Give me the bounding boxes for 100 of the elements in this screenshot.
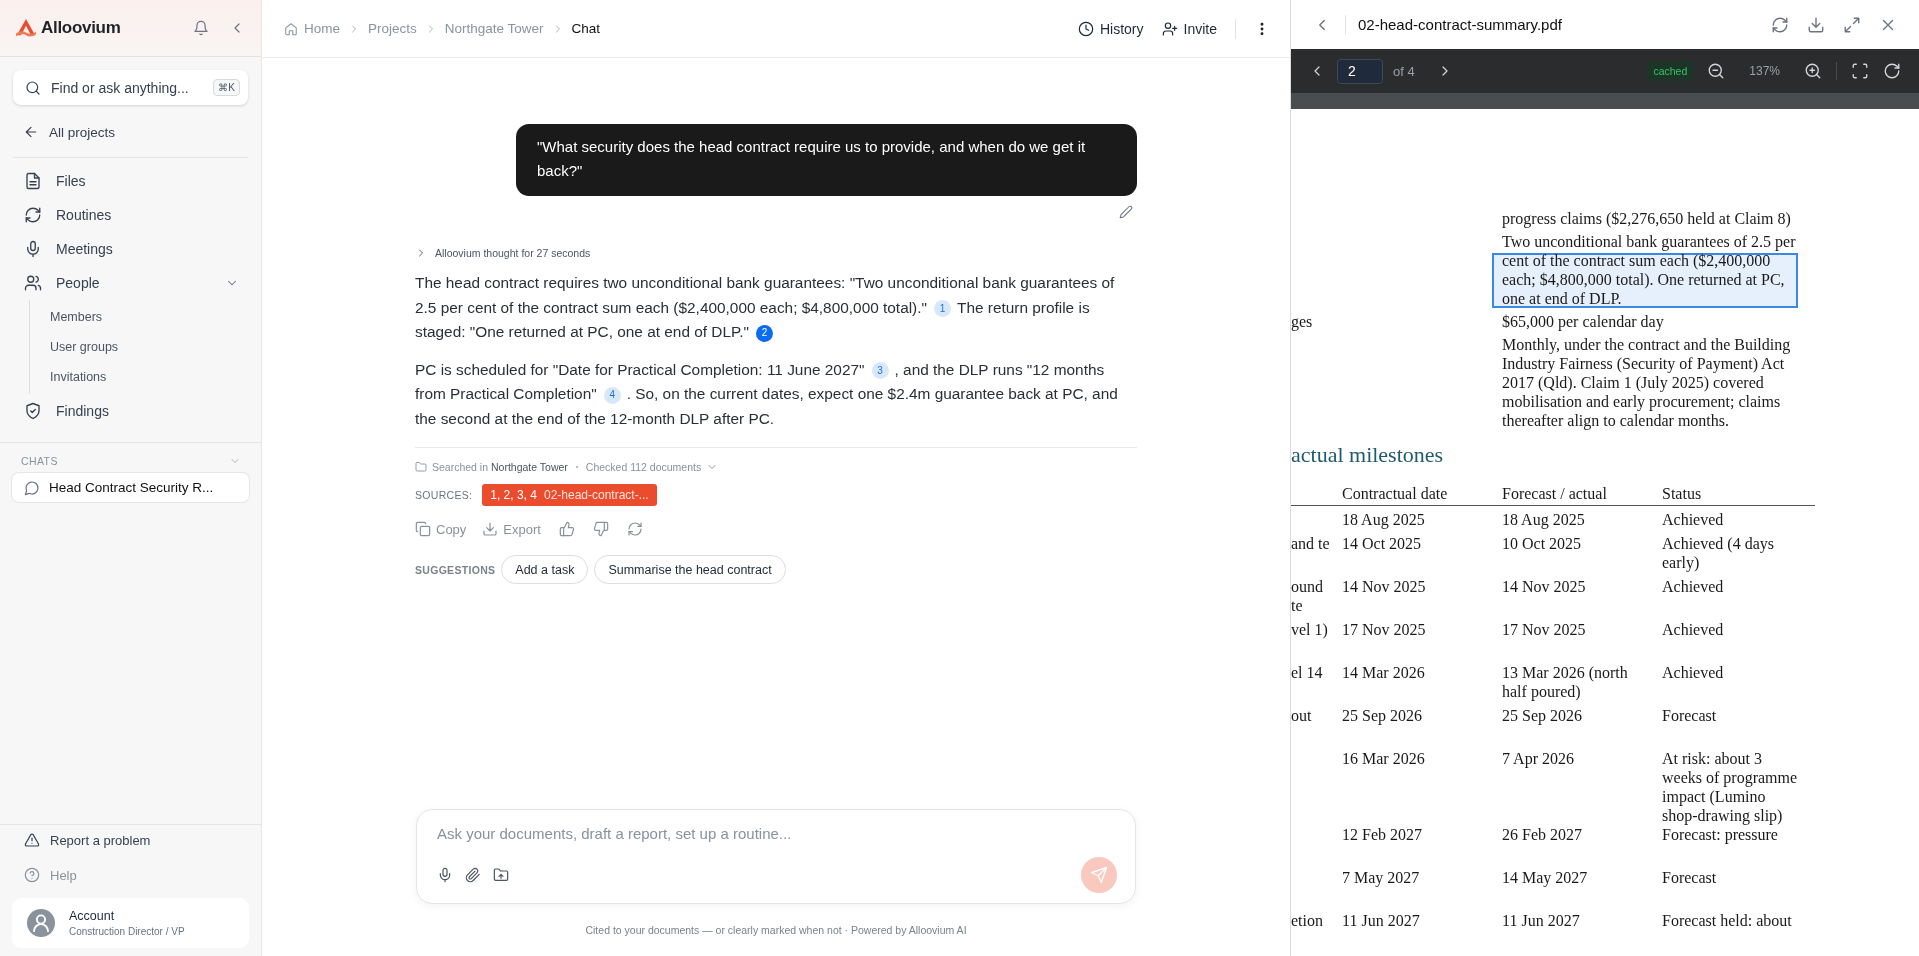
term-value: progress claims ($2,276,650 held at Claim 8) — [1502, 210, 1791, 227]
thumbs-down-icon[interactable] — [592, 521, 609, 537]
table-cell-text: Achieved — [1662, 620, 1725, 640]
add-user-icon — [1161, 20, 1178, 37]
paperclip-icon[interactable] — [465, 867, 481, 883]
zoom-level: 137% — [1749, 64, 1780, 78]
table-cell-text: 14 Nov 2025 — [1502, 577, 1587, 597]
table-cell-text: 11 Jun 2027 — [1342, 911, 1421, 931]
term-value: Monthly, under the contract and the Building Industry Fairness (Security of Payment) Act 2017 (Qld). Claim 1 (July 2025) covered mobilisation and early procurement; claims thereafter align to calendar months. — [1502, 336, 1791, 429]
citation-badge[interactable]: 3 — [871, 362, 889, 380]
section-heading: actual milestones — [1291, 442, 1445, 468]
help-icon — [24, 867, 40, 883]
toolbar-button[interactable]: History — [1077, 20, 1144, 37]
table-cell-text: Achieved — [1662, 577, 1725, 597]
refresh-icon[interactable] — [1771, 15, 1789, 34]
table-cell-text: 7 Apr 2026 — [1502, 749, 1575, 770]
page-number-field[interactable]: 2 — [1337, 58, 1383, 84]
table-cell-text: 14 Mar 2026 — [1342, 663, 1426, 683]
search-icon — [25, 79, 41, 96]
rotate-icon[interactable] — [1883, 62, 1901, 80]
footer-note: Cited to your documents — or clearly marked when not · Powered by Alloovium AI — [584, 924, 968, 936]
nav-item[interactable]: Meetings — [12, 232, 249, 266]
suggestion-button[interactable]: Summarise the head contract — [594, 555, 786, 584]
table-cell-text: 17 Nov 2025 — [1502, 620, 1587, 640]
table-cell-text: el 14 — [1291, 663, 1324, 683]
table-cell-text: 16 Mar 2026 — [1342, 749, 1426, 769]
nav-subitem[interactable]: Invitations — [30, 362, 249, 392]
table-cell-text: 7 May 2027 — [1342, 868, 1421, 889]
nav-item[interactable]: Routines — [12, 198, 249, 232]
download-icon[interactable] — [1807, 15, 1825, 34]
table-cell-text: out — [1291, 706, 1313, 726]
microphone-icon — [24, 240, 42, 258]
message-composer[interactable]: Ask your documents, draft a report, set up a routine... — [416, 809, 1136, 904]
microphone-icon[interactable] — [437, 867, 453, 883]
table-cell-text: vel 1) — [1291, 620, 1329, 641]
table-cell-text: 14 Nov 2025 — [1342, 577, 1427, 597]
table-cell-text: At risk: about 3 weeks of programme impact (Lumino shop-drawing slip) — [1662, 749, 1799, 825]
regenerate-icon[interactable] — [626, 521, 643, 537]
suggestions-label: SUGGESTIONS — [415, 563, 496, 576]
section-heading: CHATS — [21, 455, 59, 467]
citation-badge[interactable]: 4 — [603, 386, 621, 404]
term-value: Two unconditional bank guarantees of 2.5 per cent of the contract sum each ($2,400,000 each; $4,800,000 total). One returned at PC, one at end of DLP. — [1502, 233, 1796, 307]
fullscreen-icon[interactable] — [1851, 62, 1869, 80]
table-cell-text: Forecast — [1662, 868, 1718, 888]
folder-upload-icon[interactable] — [493, 867, 509, 883]
suggestion-button[interactable]: Add a task — [501, 555, 589, 584]
copy-icon — [415, 521, 431, 537]
nav-item[interactable]: Files — [12, 164, 249, 198]
people-icon — [24, 274, 42, 292]
column-header: Contractual date — [1342, 484, 1449, 503]
table-cell-text: 13 Mar 2026 (north half poured) — [1502, 663, 1629, 703]
chat-bubble-icon — [24, 479, 40, 496]
refresh-icon — [24, 206, 42, 224]
folder-icon — [415, 461, 427, 473]
citation-badge[interactable]: 1 — [934, 300, 951, 318]
table-cell-text: etion — [1291, 911, 1324, 931]
table-cell-text: Forecast: pressure — [1662, 825, 1779, 846]
account-role: Construction Director / VP — [69, 926, 185, 937]
nav-item[interactable]: Findings — [12, 394, 249, 428]
breadcrumb-link[interactable]: Chat — [571, 21, 601, 36]
table-cell-text: 25 Sep 2026 — [1502, 706, 1583, 727]
term-value: $65,000 per calendar day — [1502, 313, 1664, 330]
table-cell-text: 18 Aug 2025 — [1342, 510, 1426, 531]
table-cell-text: 25 Sep 2026 — [1342, 706, 1423, 727]
all-projects-link[interactable]: All projects — [23, 124, 261, 140]
toolbar-button[interactable]: Invite — [1161, 20, 1217, 37]
search-field[interactable]: Find or ask anything... — [49, 78, 206, 97]
table-cell-text: Achieved — [1662, 663, 1725, 683]
thought-toggle[interactable]: Alloovium thought for 27 seconds — [415, 247, 591, 259]
account-card[interactable]: Account Construction Director / VP — [12, 898, 249, 948]
expand-icon[interactable] — [1843, 15, 1861, 34]
table-cell-text: Achieved — [1662, 510, 1725, 530]
page-count: of 4 — [1393, 63, 1415, 79]
shortcut-key: ⌘K — [213, 79, 240, 96]
bell-icon[interactable] — [193, 20, 209, 36]
arrow-left-icon — [23, 124, 39, 140]
table-cell-text: ound te — [1291, 577, 1324, 616]
sources-label: SOURCES: — [415, 489, 473, 501]
nav-subitem[interactable]: User groups — [30, 332, 249, 362]
search-bar[interactable]: Find or ask anything... ⌘K — [13, 70, 248, 105]
account-name: Account — [69, 909, 116, 923]
source-chip[interactable]: 1, 2, 3, 4 02-head-contract-... — [482, 484, 657, 506]
table-cell-text: 12 Feb 2027 — [1342, 825, 1423, 845]
table-cell-text: 17 Nov 2025 — [1342, 620, 1427, 640]
citation-badge[interactable]: 2 — [756, 324, 774, 342]
zoom-out-icon[interactable] — [1707, 62, 1726, 80]
table-cell-text: Achieved (4 days early) — [1662, 534, 1775, 574]
table-cell-text: 14 May 2027 — [1502, 868, 1589, 889]
zoom-in-icon[interactable] — [1804, 62, 1822, 80]
logo-icon — [15, 18, 37, 38]
footer-link[interactable]: Report a problem — [0, 825, 261, 855]
thumbs-up-icon[interactable] — [558, 521, 575, 537]
edit-icon[interactable] — [1119, 205, 1133, 219]
nav-item[interactable]: People — [12, 266, 249, 300]
nav-subitem[interactable]: Members — [30, 302, 249, 332]
table-cell-text: and te — [1291, 534, 1331, 554]
chat-item[interactable]: Head Contract Security R... — [12, 473, 249, 502]
shield-check-icon — [24, 402, 42, 420]
brand-name: Alloovium — [41, 18, 121, 38]
search-scope: Searched in Northgate Tower — [432, 461, 568, 473]
